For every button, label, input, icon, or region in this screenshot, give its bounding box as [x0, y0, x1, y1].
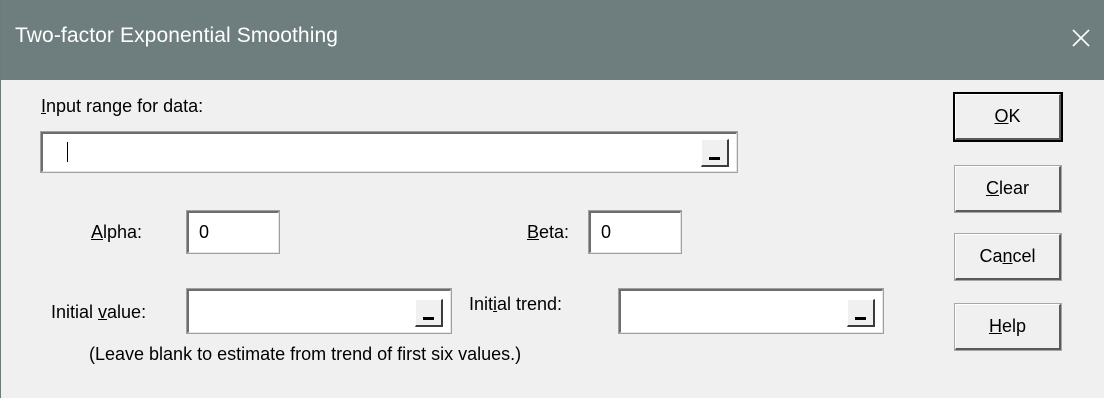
hint-text: (Leave blank to estimate from trend of f…	[89, 344, 522, 364]
input-range-select-button[interactable]	[701, 139, 729, 167]
alpha-field[interactable]	[186, 210, 280, 254]
range-select-icon	[423, 317, 434, 320]
initial-value-label: Initial value:	[51, 302, 147, 322]
text-caret	[67, 142, 68, 162]
range-select-icon	[855, 317, 866, 320]
dialog-window: Two-factor Exponential Smoothing Input r…	[0, 0, 1104, 398]
ok-button[interactable]: OK	[953, 92, 1063, 142]
clear-button[interactable]: Clear	[954, 165, 1062, 213]
initial-value-field[interactable]	[186, 288, 452, 334]
title-bar: Two-factor Exponential Smoothing	[1, 0, 1104, 80]
beta-field[interactable]	[588, 210, 682, 254]
range-select-icon	[709, 157, 720, 160]
initial-trend-field[interactable]	[618, 288, 884, 334]
close-icon[interactable]	[1065, 22, 1097, 54]
input-range-input[interactable]	[43, 134, 736, 171]
cancel-button[interactable]: Cancel	[954, 233, 1062, 281]
alpha-label: Alpha:	[91, 222, 143, 242]
initial-trend-label: Initial trend:	[469, 294, 563, 314]
initial-value-input[interactable]	[189, 291, 450, 332]
alpha-input[interactable]	[189, 213, 278, 252]
window-title: Two-factor Exponential Smoothing	[15, 24, 339, 47]
help-button[interactable]: Help	[954, 303, 1062, 351]
beta-label: Beta:	[527, 222, 570, 242]
input-range-label: Input range for data:	[41, 96, 204, 116]
beta-input[interactable]	[591, 213, 680, 252]
initial-trend-input[interactable]	[621, 291, 882, 332]
input-range-field[interactable]	[40, 131, 738, 173]
initial-trend-select-button[interactable]	[847, 299, 875, 327]
initial-value-select-button[interactable]	[415, 299, 443, 327]
